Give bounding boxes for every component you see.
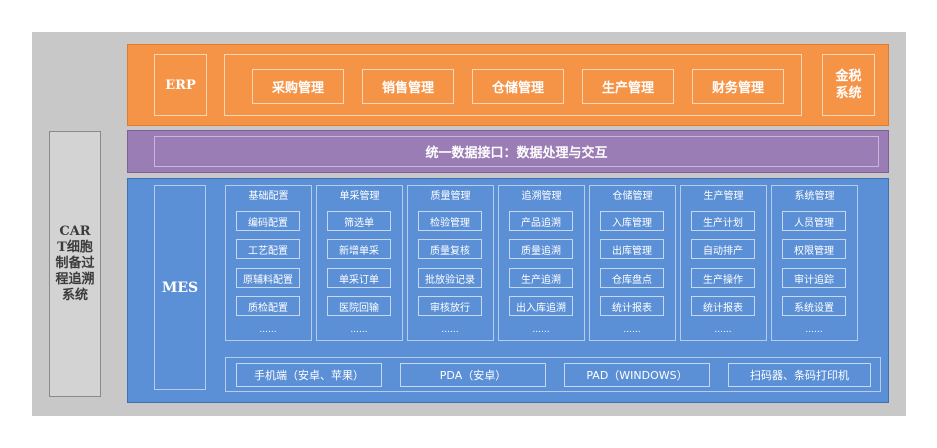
device-scanner-printer: 扫码器、条码打印机 bbox=[728, 363, 871, 387]
mes-module-column bbox=[316, 185, 403, 341]
mes-module-item: 批放验记录 bbox=[418, 268, 482, 288]
mes-module-item: 系统设置 bbox=[782, 296, 846, 316]
mes-module-item: 人员管理 bbox=[782, 211, 846, 231]
mes-module-item: 统计报表 bbox=[691, 296, 755, 316]
mes-module-more: ...... bbox=[350, 325, 368, 335]
mes-module-item: 自动排产 bbox=[691, 239, 755, 259]
mes-module-item: 质量复核 bbox=[418, 239, 482, 259]
mes-module-item: 生产追溯 bbox=[509, 268, 573, 288]
mes-module-item: 编码配置 bbox=[236, 211, 300, 231]
mes-module-more: ...... bbox=[623, 325, 641, 335]
mes-module-item: 入库管理 bbox=[600, 211, 664, 231]
mes-module-item: 审计追踪 bbox=[782, 268, 846, 288]
mes-module-column bbox=[589, 185, 676, 341]
mes-module-more: ...... bbox=[805, 325, 823, 335]
system-title-panel: CAR T细胞制备过程追溯系统 bbox=[49, 131, 101, 397]
erp-label: ERP bbox=[154, 54, 207, 116]
mes-label: MES bbox=[154, 185, 206, 390]
mes-module-title: 基础配置 bbox=[248, 191, 289, 202]
mes-module-column bbox=[498, 185, 585, 341]
mes-module-title: 质量管理 bbox=[430, 191, 471, 202]
mes-module-item: 筛选单 bbox=[327, 211, 391, 231]
tax-system-box: 金税 系统 bbox=[822, 54, 875, 116]
mes-module-item: 医院回输 bbox=[327, 296, 391, 316]
mes-module-column bbox=[225, 185, 312, 341]
mes-module-title: 仓储管理 bbox=[612, 191, 653, 202]
device-pad: PAD（WINDOWS） bbox=[564, 363, 710, 387]
mes-module-more: ...... bbox=[441, 325, 459, 335]
interface-label: 统一数据接口：数据处理与交互 bbox=[154, 136, 879, 167]
mes-module-column bbox=[680, 185, 767, 341]
mes-module-item: 权限管理 bbox=[782, 239, 846, 259]
mes-module-item: 审核放行 bbox=[418, 296, 482, 316]
tax-label-line2: 系统 bbox=[835, 86, 862, 101]
device-mobile: 手机端（安卓、苹果） bbox=[236, 363, 382, 387]
system-title: CAR T细胞制备过程追溯系统 bbox=[55, 224, 95, 303]
erp-module-production: 生产管理 bbox=[582, 69, 674, 104]
erp-module-warehouse: 仓储管理 bbox=[472, 69, 564, 104]
erp-module-procurement: 采购管理 bbox=[252, 69, 344, 104]
mes-module-item: 仓库盘点 bbox=[600, 268, 664, 288]
mes-module-column bbox=[407, 185, 494, 341]
mes-module-column bbox=[771, 185, 858, 341]
tax-label-line1: 金税 bbox=[835, 69, 862, 84]
mes-module-item: 生产计划 bbox=[691, 211, 755, 231]
mes-module-item: 质量追溯 bbox=[509, 239, 573, 259]
mes-module-title: 单采管理 bbox=[339, 191, 380, 202]
mes-module-item: 出库管理 bbox=[600, 239, 664, 259]
mes-module-more: ...... bbox=[259, 325, 277, 335]
mes-module-item: 新增单采 bbox=[327, 239, 391, 259]
mes-module-item: 统计报表 bbox=[600, 296, 664, 316]
erp-module-sales: 销售管理 bbox=[362, 69, 454, 104]
mes-module-item: 质检配置 bbox=[236, 296, 300, 316]
mes-module-item: 检验管理 bbox=[418, 211, 482, 231]
mes-module-title: 生产管理 bbox=[703, 191, 744, 202]
mes-module-item: 原辅料配置 bbox=[236, 268, 300, 288]
mes-module-item: 出入库追溯 bbox=[509, 296, 573, 316]
mes-module-more: ...... bbox=[714, 325, 732, 335]
mes-module-more: ...... bbox=[532, 325, 550, 335]
mes-module-title: 系统管理 bbox=[794, 191, 835, 202]
mes-module-item: 工艺配置 bbox=[236, 239, 300, 259]
mes-module-item: 单采订单 bbox=[327, 268, 391, 288]
mes-module-title: 追溯管理 bbox=[521, 191, 562, 202]
erp-module-finance: 财务管理 bbox=[692, 69, 784, 104]
mes-module-item: 生产操作 bbox=[691, 268, 755, 288]
device-pda: PDA（安卓） bbox=[400, 363, 546, 387]
mes-module-item: 产品追溯 bbox=[509, 211, 573, 231]
